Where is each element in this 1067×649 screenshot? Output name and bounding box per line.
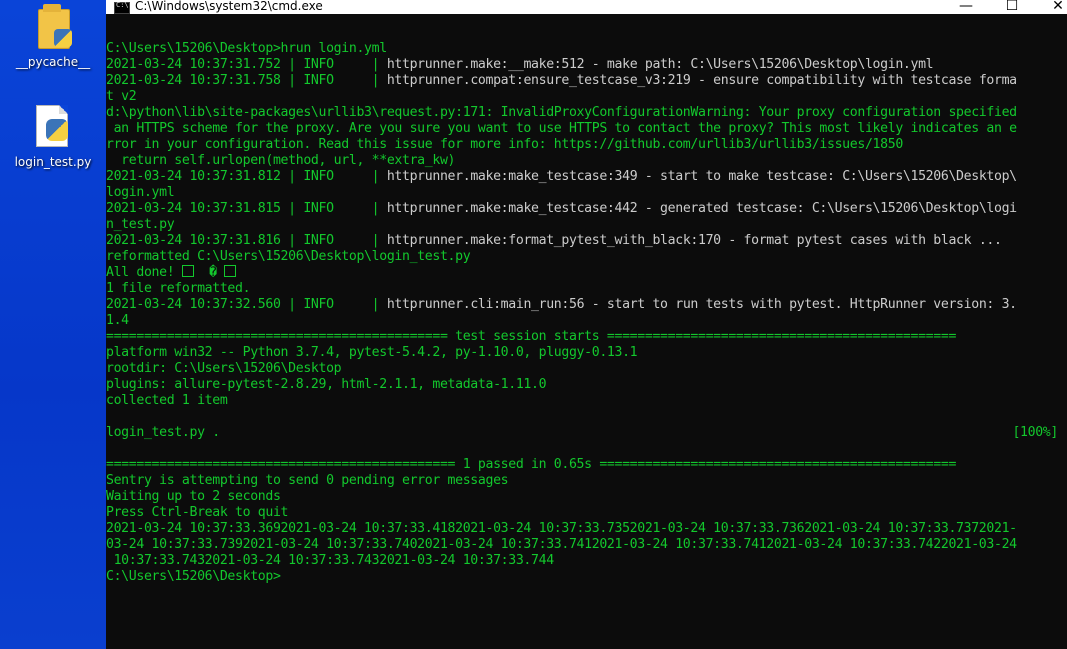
window-title: C:\Windows\system32\cmd.exe [135,0,323,13]
progress-percent: [100%] [1012,425,1058,440]
console-line: ========================================… [106,457,957,472]
console-line: d:\python\lib\site-packages\urllib3\requ… [106,105,1017,120]
console-line: collected 1 item [106,393,228,408]
console-line: 2021-03-24 10:37:31.752 | INFO | httprun… [106,57,934,72]
console-line: 03-24 10:37:33.7392021-03-24 10:37:33.74… [106,537,1017,552]
minimize-button[interactable]: — [943,0,989,15]
console-line: Press Ctrl-Break to quit [106,505,289,520]
desktop-area: __pycache__ login_test.py [0,0,106,649]
console-line: reformatted C:\Users\15206\Desktop\login… [106,249,471,264]
folder-icon [34,4,72,51]
console-line: 2021-03-24 10:37:33.3692021-03-24 10:37:… [106,521,1017,536]
console-line: 2021-03-24 10:37:31.758 | INFO | httprun… [106,73,1017,88]
console-line: C:\Users\15206\Desktop>hrun login.yml [106,41,387,56]
console-line: return self.urlopen(method, url, **extra… [106,153,456,168]
console-line: 1 file reformatted. [106,281,251,296]
console-line: platform win32 -- Python 3.7.4, pytest-5… [106,345,638,360]
missing-glyph-icon [224,265,237,277]
missing-glyph-icon [181,265,194,277]
console-line: 2021-03-24 10:37:32.560 | INFO | httprun… [106,297,1017,312]
desktop-icon-pycache[interactable]: __pycache__ [0,4,106,69]
maximize-button[interactable]: ☐ [989,0,1035,15]
console-line: All done! � [106,265,1067,281]
desktop-icon-label: __pycache__ [15,55,91,69]
console-line: 2021-03-24 10:37:31.812 | INFO | httprun… [106,169,1017,184]
console-line: login.yml [106,185,175,200]
console-line: Sentry is attempting to send 0 pending e… [106,473,509,488]
console-line: an HTTPS scheme for the proxy. Are you s… [106,121,1018,136]
python-file-icon [34,105,72,151]
title-bar[interactable]: C:\Windows\system32\cmd.exe — ☐ ✕ [106,0,1067,14]
console-output[interactable]: C:\Users\15206\Desktop>hrun login.yml 202… [106,41,1067,641]
console-line: ========================================… [106,329,957,344]
cmd-icon [114,1,130,14]
console-line: rootdir: C:\Users\15206\Desktop [106,361,342,376]
console-line: t v2 [106,89,137,104]
close-button[interactable]: ✕ [1035,0,1067,15]
console-line: 1.4 [106,313,129,328]
console-line: plugins: allure-pytest-2.8.29, html-2.1.… [106,377,547,392]
console-line: login_test.py . [100%] [106,425,1058,440]
desktop-icon-label: login_test.py [14,155,92,169]
console-line: C:\Users\15206\Desktop> [106,569,281,584]
cmd-window[interactable]: C:\Windows\system32\cmd.exe — ☐ ✕ C:\Use… [106,0,1067,649]
console-line: n_test.py [106,217,175,232]
console-line: rror in your configuration. Read this is… [106,137,903,152]
desktop-icon-login-test[interactable]: login_test.py [0,105,106,169]
console-line: 10:37:33.7432021-03-24 10:37:33.7432021-… [106,553,555,568]
console-line: Waiting up to 2 seconds [106,489,281,504]
console-line: 2021-03-24 10:37:31.816 | INFO | httprun… [106,233,1002,248]
console-line: 2021-03-24 10:37:31.815 | INFO | httprun… [106,201,1017,216]
